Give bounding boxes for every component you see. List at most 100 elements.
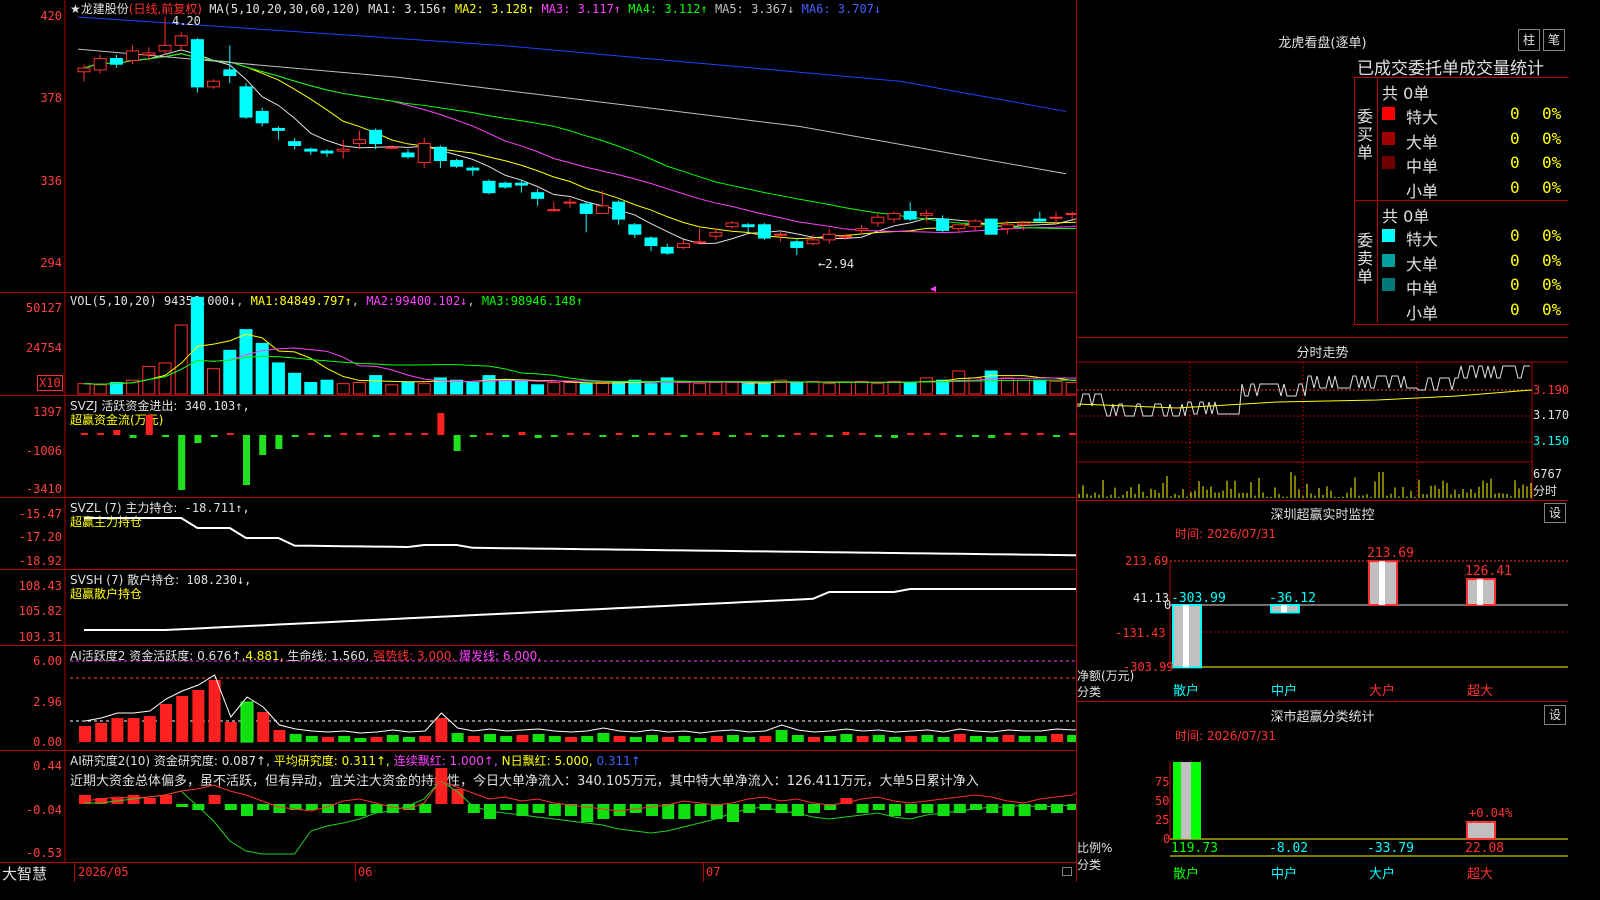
lhb-tabs[interactable]: 已成交委托单成交量统计	[1357, 54, 1544, 79]
order-row: 小单 0 0%	[1382, 177, 1568, 201]
candle-body	[158, 44, 172, 52]
ai-activity-pane[interactable]: AI活跃度2 资金活跃度: 0.676↑,4.881, 生命线: 1.560, …	[0, 646, 1076, 751]
candle-body	[822, 233, 836, 241]
activity-bar	[257, 712, 270, 742]
volume-bar	[514, 379, 528, 395]
fund-flow-bar	[486, 433, 493, 435]
candle-body	[579, 203, 593, 214]
svzl-pane[interactable]: SVZL (7) 主力持仓: -18.711↑, 超赢主力持仓 -15.47 -…	[0, 498, 1076, 570]
color-swatch	[1382, 131, 1395, 145]
volume-bar	[741, 383, 755, 395]
order-row: 特大 0 0%	[1382, 104, 1568, 127]
intraday-chart[interactable]	[1077, 338, 1568, 500]
monitor-bar-highlight	[1379, 561, 1385, 605]
activity-bar	[370, 737, 383, 742]
activity-bar	[1002, 735, 1015, 742]
activity-bar	[435, 718, 448, 742]
classify-tick: 0	[1163, 832, 1171, 846]
candle-body	[612, 201, 626, 220]
candle-body	[239, 86, 253, 118]
candle-body	[1049, 216, 1063, 219]
activity-bar	[95, 723, 108, 742]
lock-icon[interactable]	[1062, 867, 1072, 876]
tick-view-button[interactable]: 笔	[1543, 29, 1565, 51]
activity-bar	[1034, 736, 1047, 742]
volume-pane[interactable]: VOL(5,10,20) 94356.000↓, MA1:84849.797↑,…	[0, 293, 1076, 396]
activity-bar	[759, 736, 772, 742]
classify-ylabel: 比例%	[1077, 841, 1113, 855]
classify-bar	[1466, 821, 1496, 840]
ai-research-chart[interactable]	[0, 751, 1076, 862]
activity-bar	[338, 736, 351, 742]
activity-bar	[662, 737, 675, 742]
order-count: 0	[1510, 177, 1520, 197]
monitor-bar-highlight	[1281, 605, 1287, 613]
candle-body	[725, 222, 739, 228]
svsh-pane[interactable]: SVSH (7) 散户持仓: 108.230↓, 超赢散户持仓 108.43 1…	[0, 570, 1076, 646]
price-pane[interactable]: ★龙建股份(日线,前复权) MA(5,10,20,30,60,120) MA1:…	[0, 0, 1076, 293]
volume-bar	[693, 383, 707, 395]
research-bar	[419, 804, 432, 813]
intraday-panel[interactable]: 分时走势 3.190 3.170 3.150 6767 分时	[1077, 338, 1569, 501]
ai-activity-chart[interactable]	[0, 646, 1076, 750]
activity-bar	[467, 736, 480, 742]
fund-flow-bar	[113, 430, 121, 435]
fund-flow-bar	[534, 435, 542, 438]
fund-flow-bar	[923, 433, 931, 435]
classify-panel[interactable]: 深市超赢分类统计 设 时间: 2026/07/31 119.73 散户 -8.02 中…	[1077, 702, 1568, 882]
activity-bar	[840, 734, 853, 742]
volume-chart[interactable]	[0, 293, 1076, 395]
candle-body	[223, 69, 237, 77]
volume-bar	[304, 382, 318, 395]
monitor-panel[interactable]: 深圳超赢实时监控 设 时间: 2026/07/31 -303.99 散户 -36.1…	[1077, 501, 1568, 702]
research-bar	[208, 795, 221, 804]
research-bar	[1002, 804, 1015, 816]
svzj-pane[interactable]: SVZJ 活跃资金进出: 340.103↑, 超赢资金流(万元) 1397 -1…	[0, 396, 1076, 498]
activity-bar	[79, 726, 91, 742]
research-bar	[257, 804, 270, 810]
classify-bar-chart[interactable]: 119.73 散户 -8.02 中户 -33.79 大户 22.08 超大	[1077, 702, 1568, 882]
main-position-line	[84, 517, 1076, 557]
color-swatch	[1382, 107, 1395, 120]
ai-research-pane[interactable]: AI研究度2(10) 资金研究度: 0.087↑, 平均研究度: 0.311↑,…	[0, 751, 1076, 863]
activity-bar	[1067, 735, 1076, 742]
volume-bar	[158, 362, 172, 395]
svzj-chart[interactable]	[0, 396, 1076, 497]
candlestick-chart[interactable]	[0, 0, 1076, 292]
fund-flow-bar	[858, 433, 866, 435]
volume-bar	[790, 382, 804, 395]
volume-bar	[288, 372, 302, 395]
lhb-split	[1354, 200, 1568, 201]
activity-bar	[727, 735, 739, 742]
monitor-tick: -131.43	[1115, 626, 1166, 640]
column-view-button[interactable]: 柱	[1518, 29, 1540, 51]
candle-body	[628, 224, 642, 235]
fund-flow-bar	[291, 435, 299, 437]
candle-body	[320, 150, 334, 154]
svsh-chart[interactable]	[0, 570, 1076, 645]
candle-body	[676, 243, 690, 248]
volume-bar	[385, 384, 399, 395]
fund-flow-bar	[599, 435, 607, 437]
svzl-chart[interactable]	[0, 498, 1076, 569]
activity-bar	[484, 734, 496, 742]
activity-bar	[953, 734, 966, 742]
volume-bar	[1049, 380, 1063, 395]
activity-bar	[354, 738, 367, 742]
activity-bar	[208, 680, 221, 742]
volume-bar	[725, 382, 739, 395]
volume-bar	[271, 362, 285, 395]
classify-annotation: +0.04%	[1469, 806, 1513, 820]
candle-body	[93, 58, 107, 71]
volume-bar	[336, 383, 350, 395]
research-bar	[889, 804, 901, 816]
candle-body	[498, 182, 512, 188]
research-bar	[662, 804, 675, 819]
research-bar	[986, 804, 999, 813]
classify-value: -33.79	[1367, 841, 1414, 856]
research-bar	[532, 804, 545, 813]
volume-bar	[984, 370, 998, 395]
volume-bar	[498, 379, 512, 395]
order-pct: 0%	[1542, 299, 1562, 319]
candle-body	[1000, 224, 1014, 230]
